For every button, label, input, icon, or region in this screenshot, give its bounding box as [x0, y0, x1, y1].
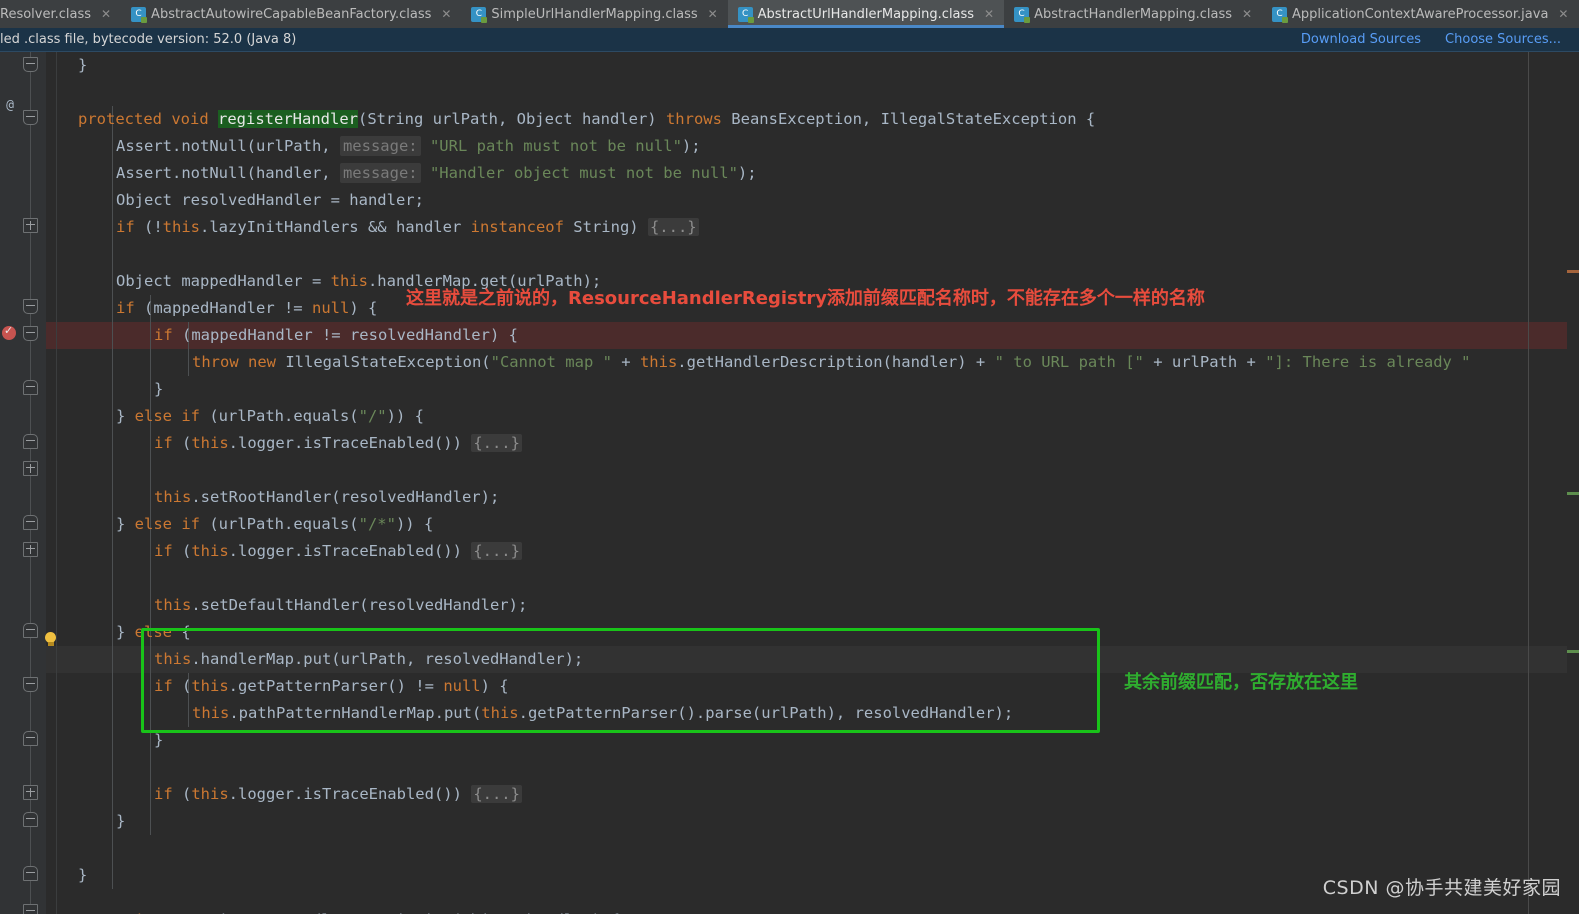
tab-label: SimpleUrlHandlerMapping.class: [491, 6, 698, 22]
marker-change[interactable]: [1567, 650, 1579, 653]
code-line-assert-urlpath: Assert.notNull(urlPath, message: "URL pa…: [116, 136, 701, 156]
code-line-method-signature: protected void registerHandler(String ur…: [78, 110, 1096, 128]
java-class-icon: C: [737, 6, 754, 23]
marker-change[interactable]: [1567, 492, 1579, 495]
code-line-trace-1: if (this.logger.isTraceEnabled()) {...}: [154, 434, 522, 452]
close-icon[interactable]: ✕: [440, 7, 452, 21]
green-annotation-note: 其余前缀匹配，否存放在这里: [1124, 672, 1358, 693]
code-text-layer[interactable]: } protected void registerHandler(String …: [0, 52, 1579, 914]
code-line-if-mapped-not-null: if (mappedHandler != null) {: [116, 299, 378, 317]
code-line-close-brace-1: }: [154, 380, 164, 398]
close-icon[interactable]: ✕: [1241, 7, 1253, 21]
code-line-close-brace-2: }: [154, 731, 164, 749]
code-line-close-method: }: [78, 866, 88, 884]
code-line-else-if-default: } else if (urlPath.equals("/*")) {: [116, 515, 434, 533]
code-line-set-default-handler: this.setDefaultHandler(resolvedHandler);: [154, 596, 528, 614]
code-editor[interactable]: @ ✓} protected void registerHandler(Str…: [0, 52, 1579, 914]
close-icon[interactable]: ✕: [707, 7, 719, 21]
close-icon[interactable]: ✕: [1557, 7, 1569, 21]
code-line-assert-handler: Assert.notNull(handler, message: "Handle…: [116, 163, 757, 183]
java-class-icon: C: [131, 6, 148, 23]
code-line-trace-2: if (this.logger.isTraceEnabled()) {...}: [154, 542, 522, 560]
code-line-if-mapped-ne-resolved: if (mappedHandler != resolvedHandler) {: [154, 326, 518, 344]
tab-label: AbstractUrlHandlerMapping.class: [757, 6, 975, 22]
code-line-set-root-handler: this.setRootHandler(resolvedHandler);: [154, 488, 500, 506]
code-line-lazyinit-if: if (!this.lazyInitHandlers && handler in…: [116, 218, 699, 236]
close-icon[interactable]: ✕: [983, 7, 995, 21]
download-sources-link[interactable]: Download Sources: [1301, 32, 1421, 47]
csdn-watermark: CSDN @协手共建美好家园: [1322, 877, 1561, 899]
notification-text: led .class file, bytecode version: 52.0 …: [0, 32, 297, 47]
code-line-close-brace-3: }: [116, 812, 126, 830]
editor-tab-abstract-handler-mapping[interactable]: C AbstractHandlerMapping.class ✕: [1004, 0, 1263, 28]
marker-error[interactable]: [1567, 270, 1579, 273]
code-line-resolved-handler: Object resolvedHandler = handler;: [116, 191, 424, 209]
code-line: }: [78, 56, 88, 74]
idea-editor-window: Resolver.class ✕ C AbstractAutowireCapab…: [0, 0, 1579, 914]
editor-tab-bar[interactable]: Resolver.class ✕ C AbstractAutowireCapab…: [0, 0, 1579, 28]
code-line-else-if-root: } else if (urlPath.equals("/")) {: [116, 407, 424, 425]
tab-label: ApplicationContextAwareProcessor.java: [1292, 6, 1549, 22]
red-annotation-note: 这里就是之前说的，ResourceHandlerRegistry添加前缀匹配名称…: [406, 288, 1205, 309]
code-line-next-method-partial: private String getHandlerDescription(Obj…: [116, 907, 620, 914]
java-class-icon: C: [471, 6, 488, 23]
editor-tab-resolver[interactable]: Resolver.class ✕: [0, 0, 122, 28]
editor-tab-simple-url-handler-mapping[interactable]: C SimpleUrlHandlerMapping.class ✕: [461, 0, 728, 28]
close-icon[interactable]: ✕: [100, 7, 112, 21]
editor-tab-abstract-autowire-capable-bean-factory[interactable]: C AbstractAutowireCapableBeanFactory.cla…: [121, 0, 462, 28]
choose-sources-link[interactable]: Choose Sources...: [1445, 32, 1561, 47]
code-line-handlermap-put: this.handlerMap.put(urlPath, resolvedHan…: [154, 650, 584, 668]
editor-tab-abstract-url-handler-mapping[interactable]: C AbstractUrlHandlerMapping.class ✕: [727, 0, 1005, 28]
code-line-if-pattern-parser: if (this.getPatternParser() != null) {: [154, 677, 509, 695]
java-file-icon: C: [1272, 6, 1289, 23]
java-class-icon: C: [1014, 6, 1031, 23]
code-line-trace-3: if (this.logger.isTraceEnabled()) {...}: [154, 785, 522, 803]
code-line-throw-illegal-state: throw new IllegalStateException("Cannot …: [192, 353, 1471, 371]
tab-label: AbstractAutowireCapableBeanFactory.class: [151, 6, 432, 22]
code-line-pathpattern-put: this.pathPatternHandlerMap.put(this.getP…: [192, 704, 1014, 722]
notification-actions[interactable]: Download Sources Choose Sources...: [1301, 32, 1571, 47]
editor-marker-strip[interactable]: [1567, 52, 1579, 914]
decompiled-class-notification-bar: led .class file, bytecode version: 52.0 …: [0, 28, 1579, 52]
tab-label: Resolver.class: [0, 6, 92, 22]
editor-tab-application-context-aware-processor[interactable]: C ApplicationContextAwareProcessor.java …: [1262, 0, 1579, 28]
tab-label: AbstractHandlerMapping.class: [1034, 6, 1233, 22]
code-line-else-open: } else {: [116, 623, 191, 641]
